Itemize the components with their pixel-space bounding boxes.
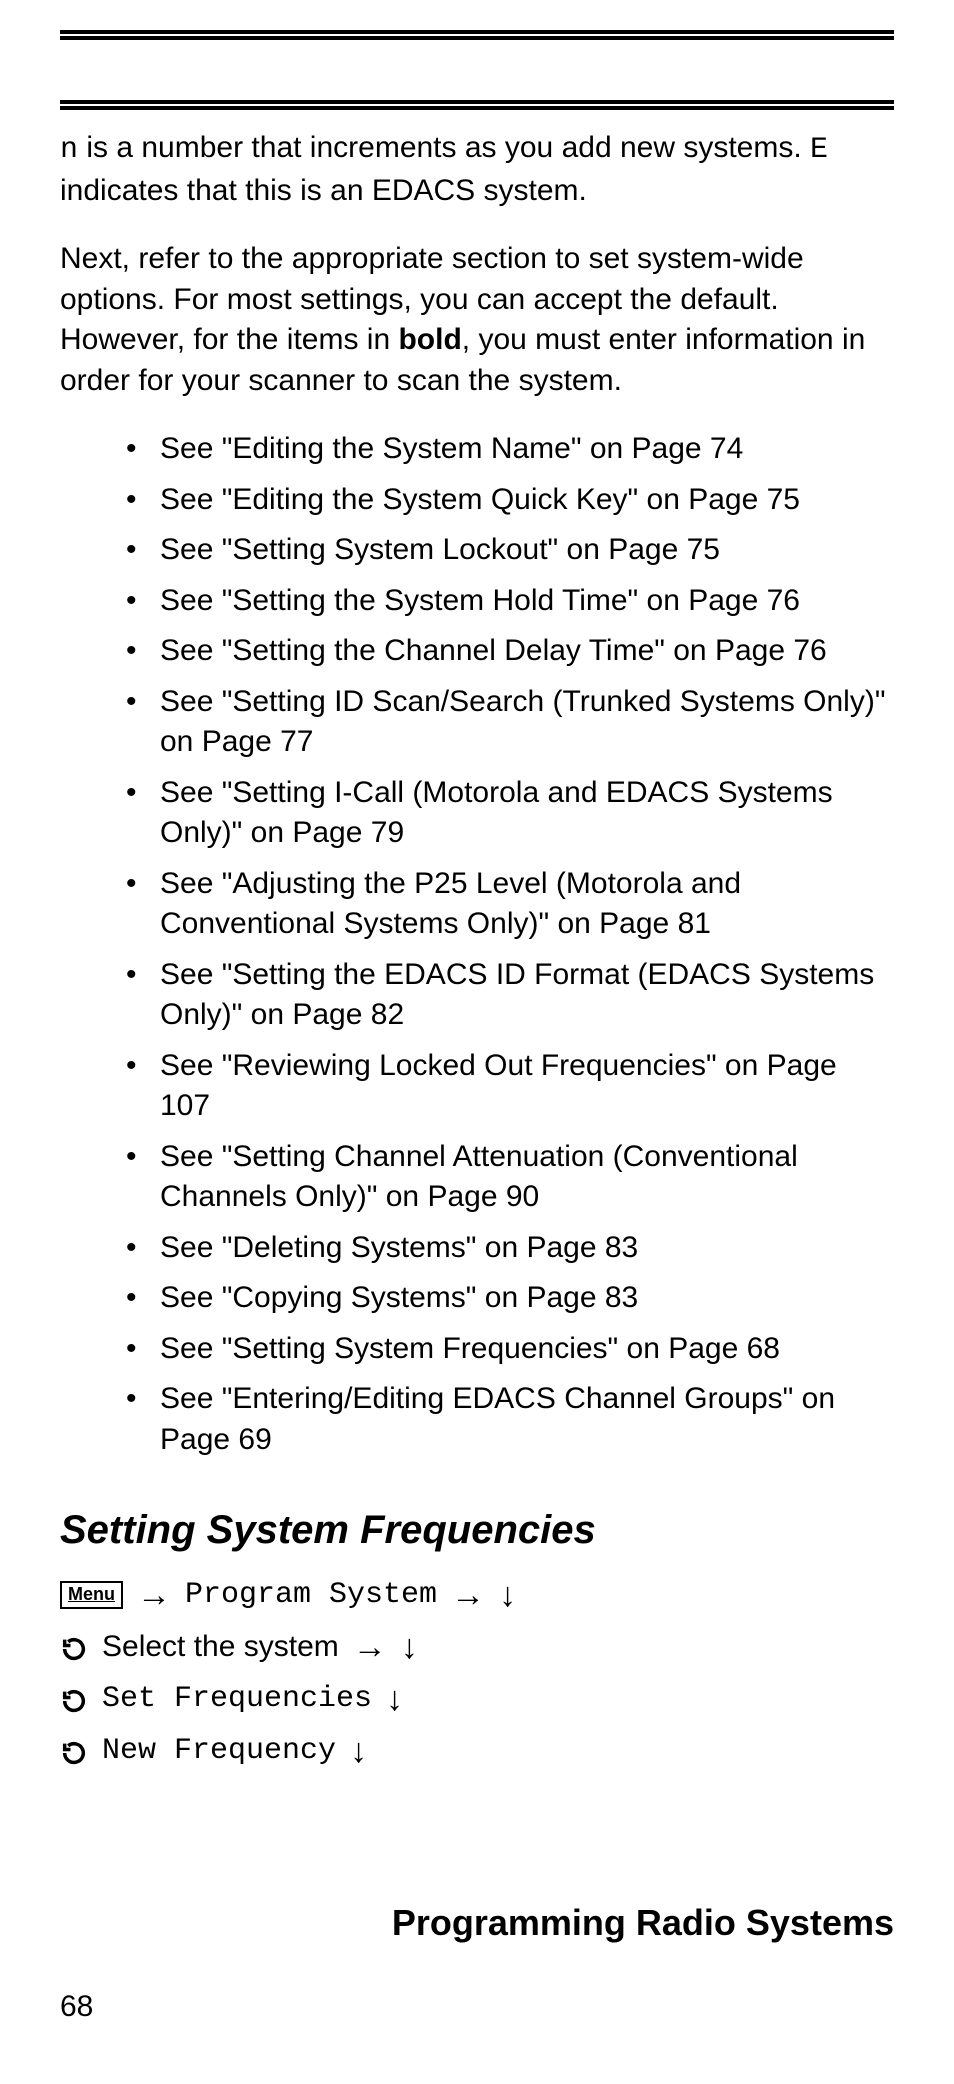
list-item: See "Copying Systems" on Page 83 (130, 1278, 894, 1319)
arrow-down-icon: ↓ (386, 1682, 403, 1716)
section-heading: Setting System Frequencies (60, 1508, 894, 1553)
intro-paragraph-2: Next, refer to the appropriate section t… (60, 239, 894, 401)
list-item: See "Setting the Channel Delay Time" on … (130, 631, 894, 672)
list-item: See "Setting the EDACS ID Format (EDACS … (130, 955, 894, 1036)
text-after-n: is a number that increments as you add n… (78, 131, 810, 164)
top-rule-2 (60, 100, 894, 110)
list-item: See "Setting I-Call (Motorola and EDACS … (130, 773, 894, 854)
nav-line-2: Select the system → ↓ (60, 1623, 894, 1671)
rotate-icon (60, 1734, 88, 1768)
list-item: See "Setting Channel Attenuation (Conven… (130, 1137, 894, 1218)
rule-gap (60, 40, 894, 100)
top-rule-1 (60, 30, 894, 40)
nav-select-system: Select the system (102, 1623, 339, 1671)
nav-line-4: New Frequency ↓ (60, 1727, 894, 1775)
list-item: See "Setting System Frequencies" on Page… (130, 1329, 894, 1370)
list-item: See "Adjusting the P25 Level (Motorola a… (130, 864, 894, 945)
nav-program-system: Program System (185, 1571, 437, 1619)
list-item: See "Editing the System Name" on Page 74 (130, 429, 894, 470)
list-item: See "Reviewing Locked Out Frequencies" o… (130, 1046, 894, 1127)
menu-key-icon: Menu (60, 1581, 123, 1608)
arrow-down-icon: ↓ (499, 1578, 516, 1612)
list-item: See "Entering/Editing EDACS Channel Grou… (130, 1379, 894, 1460)
nav-line-3: Set Frequencies ↓ (60, 1675, 894, 1723)
list-item: See "Setting ID Scan/Search (Trunked Sys… (130, 682, 894, 763)
rotate-icon (60, 1682, 88, 1716)
text-after-e: indicates that this is an EDACS system. (60, 174, 587, 207)
page-number: 68 (60, 1990, 93, 2024)
para2-bold: bold (398, 323, 461, 356)
list-item: See "Setting the System Hold Time" on Pa… (130, 581, 894, 622)
arrow-down-icon: ↓ (350, 1734, 367, 1768)
arrow-down-icon: ↓ (401, 1630, 418, 1664)
nav-new-frequency: New Frequency (102, 1727, 336, 1775)
code-e: E (810, 133, 828, 167)
list-item: See "Deleting Systems" on Page 83 (130, 1228, 894, 1269)
reference-list: See "Editing the System Name" on Page 74… (60, 429, 894, 1460)
arrow-right-icon: → (353, 1630, 387, 1664)
page-container: n is a number that increments as you add… (0, 0, 954, 2084)
code-n: n (60, 133, 78, 167)
intro-paragraph-1: n is a number that increments as you add… (60, 128, 894, 211)
rotate-icon (60, 1630, 88, 1664)
list-item: See "Setting System Lockout" on Page 75 (130, 530, 894, 571)
nav-set-frequencies: Set Frequencies (102, 1675, 372, 1723)
footer-section-title: Programming Radio Systems (392, 1902, 894, 1944)
nav-line-1: Menu → Program System → ↓ (60, 1571, 894, 1619)
list-item: See "Editing the System Quick Key" on Pa… (130, 480, 894, 521)
arrow-right-icon: → (451, 1578, 485, 1612)
arrow-right-icon: → (137, 1578, 171, 1612)
